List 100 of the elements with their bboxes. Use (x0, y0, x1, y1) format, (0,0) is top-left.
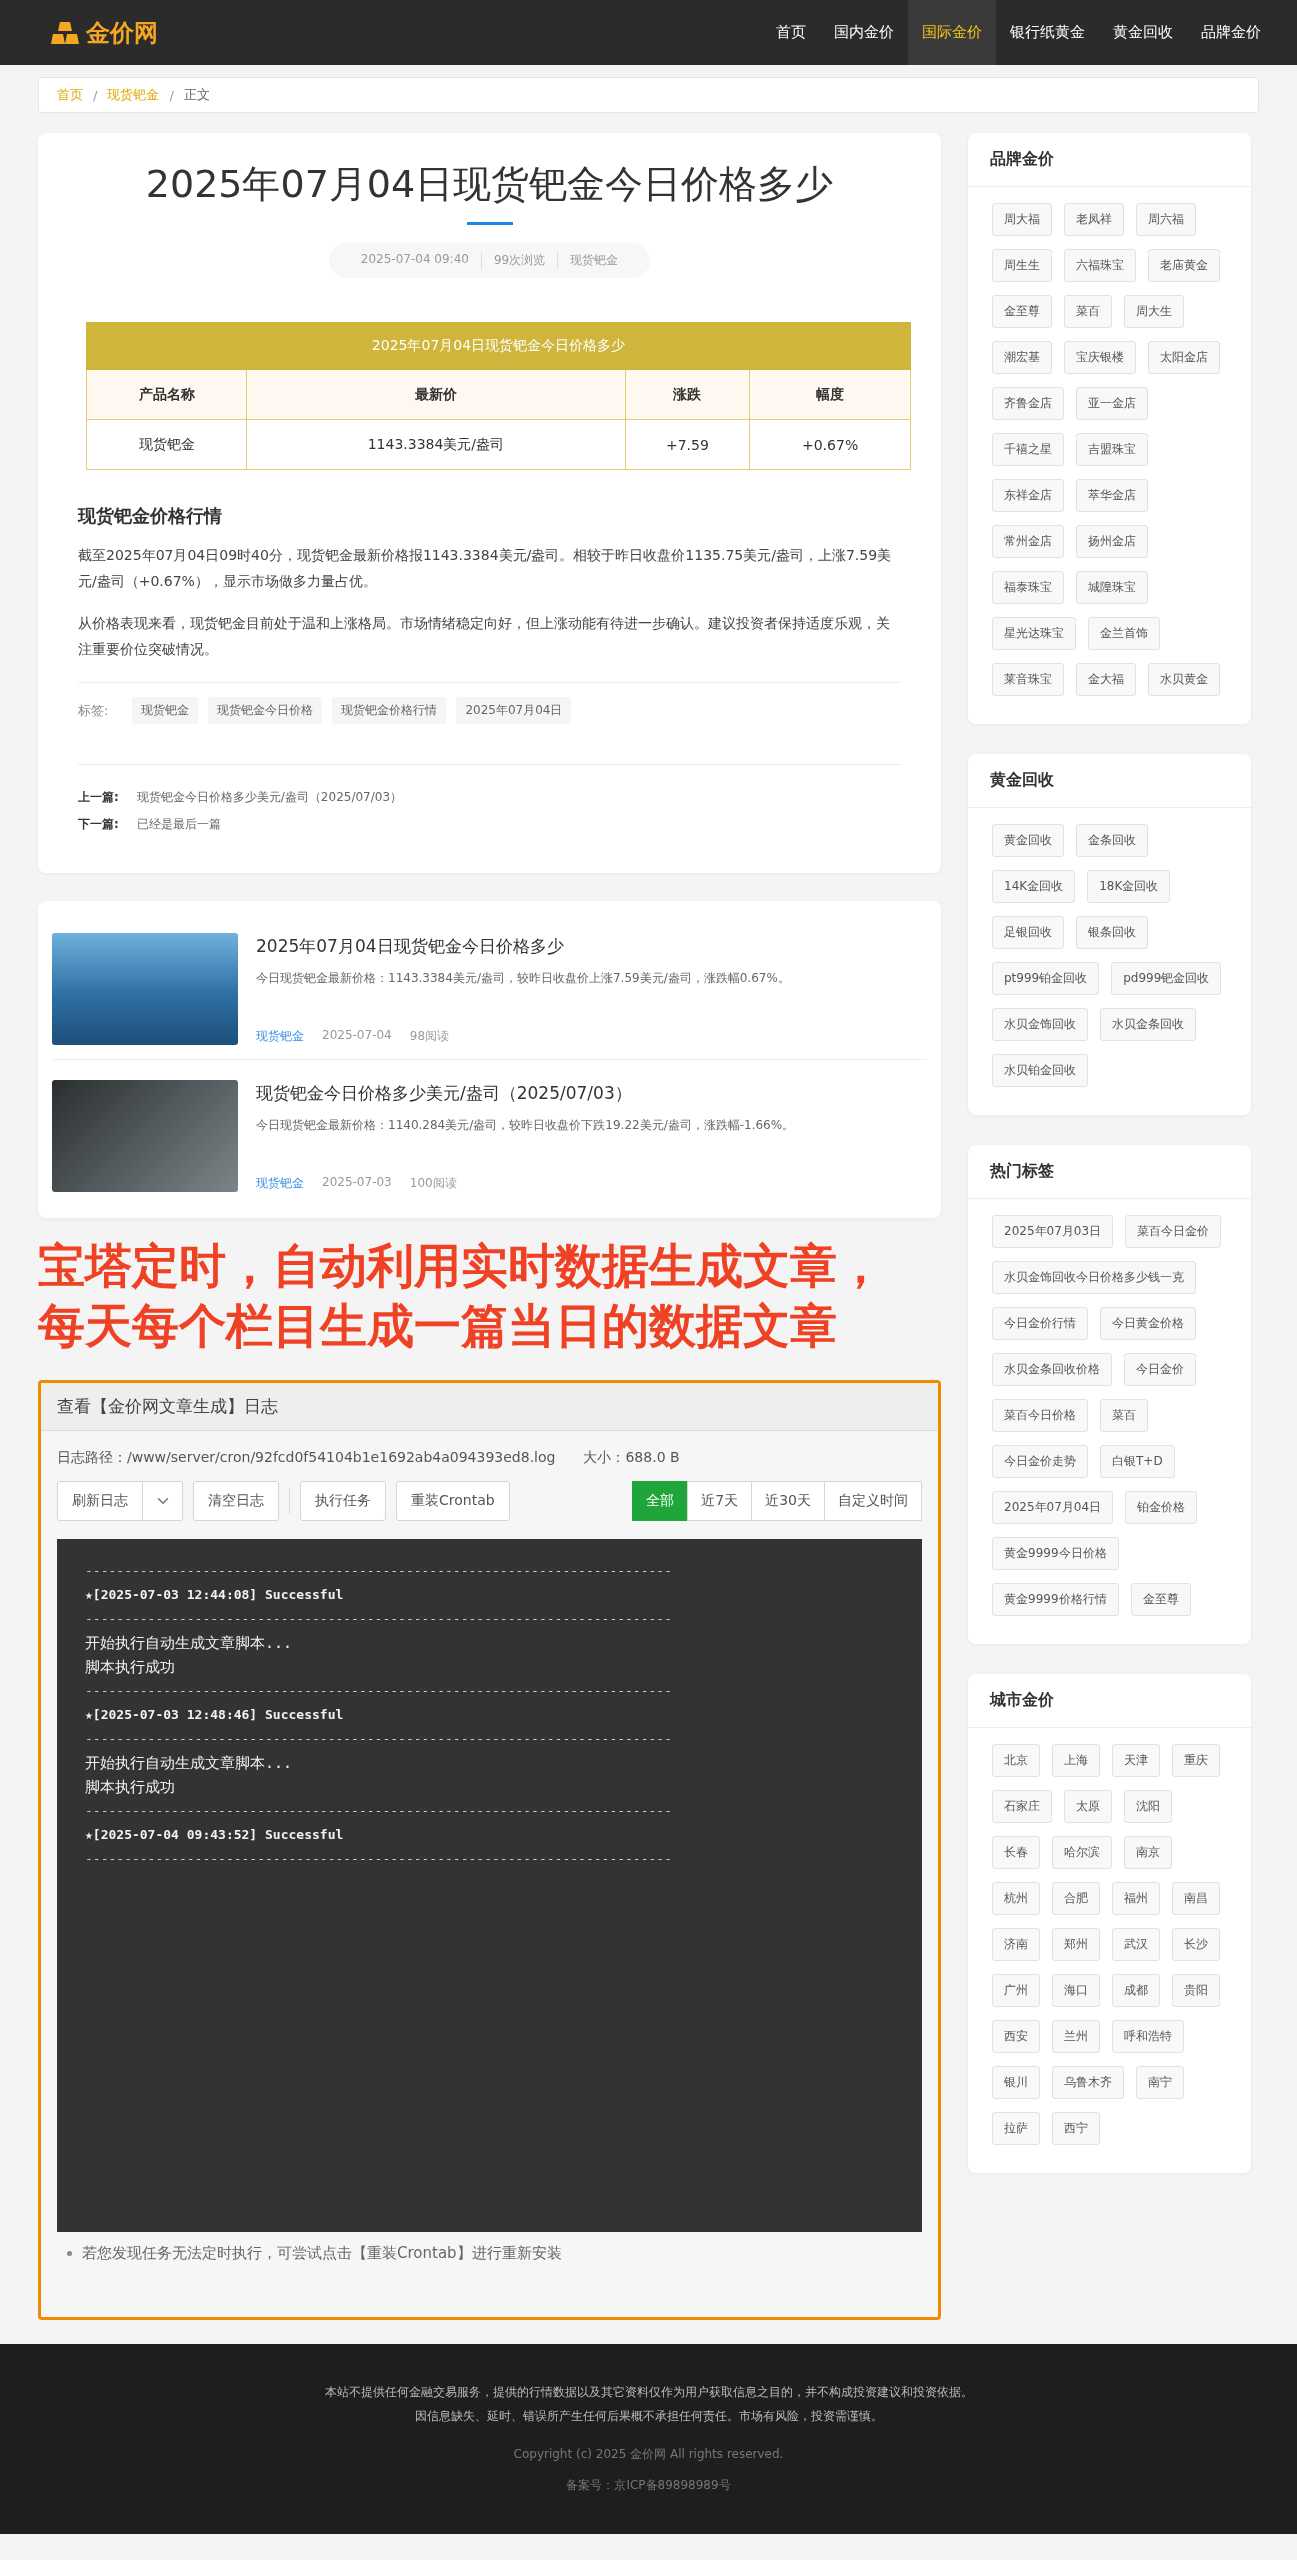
sidebar-tag[interactable]: 莱音珠宝 (992, 663, 1064, 696)
nav-item[interactable]: 首页 (762, 0, 820, 65)
article-tag[interactable]: 现货钯金 (132, 697, 199, 724)
toolbar-button[interactable]: 执行任务 (300, 1481, 386, 1521)
sidebar-tag[interactable]: 今日黄金价格 (1100, 1307, 1196, 1340)
post-title[interactable]: 2025年07月04日现货钯金今日价格多少 (256, 935, 790, 958)
article-tag[interactable]: 现货钯金今日价格 (208, 697, 323, 724)
sidebar-tag[interactable]: 14K金回收 (992, 870, 1076, 903)
sidebar-tag[interactable]: 2025年07月03日 (992, 1215, 1114, 1248)
sidebar-tag[interactable]: 金大福 (1076, 663, 1136, 696)
toolbar-button[interactable]: 清空日志 (193, 1481, 279, 1521)
sidebar-tag[interactable]: 海口 (1052, 1974, 1100, 2007)
sidebar-tag[interactable]: 老庙黄金 (1148, 249, 1220, 282)
sidebar-tag[interactable]: 金至尊 (992, 295, 1052, 328)
sidebar-tag[interactable]: 水贝金饰回收今日价格多少钱一克 (992, 1261, 1196, 1294)
filter-tab[interactable]: 近7天 (687, 1481, 753, 1521)
sidebar-tag[interactable]: 黄金回收 (992, 824, 1064, 857)
sidebar-tag[interactable]: 武汉 (1112, 1928, 1160, 1961)
sidebar-tag[interactable]: 宝庆银楼 (1064, 341, 1136, 374)
sidebar-tag[interactable]: 福泰珠宝 (992, 571, 1064, 604)
sidebar-tag[interactable]: 成都 (1112, 1974, 1160, 2007)
sidebar-tag[interactable]: 石家庄 (992, 1790, 1052, 1823)
sidebar-tag[interactable]: 菜百 (1064, 295, 1112, 328)
sidebar-tag[interactable]: 兰州 (1052, 2020, 1100, 2053)
post-title[interactable]: 现货钯金今日价格多少美元/盎司（2025/07/03） (256, 1082, 795, 1105)
post-nav-link[interactable]: 已经是最后一篇 (136, 816, 221, 833)
sidebar-tag[interactable]: 东祥金店 (992, 479, 1064, 512)
filter-tab[interactable]: 近30天 (751, 1481, 825, 1521)
refresh-log-button[interactable]: 刷新日志 (57, 1481, 143, 1521)
sidebar-tag[interactable]: 菜百今日金价 (1125, 1215, 1222, 1248)
sidebar-tag[interactable]: 老凤祥 (1064, 203, 1124, 236)
sidebar-tag[interactable]: 扬州金店 (1076, 525, 1148, 558)
sidebar-tag[interactable]: 杭州 (992, 1882, 1040, 1915)
sidebar-tag[interactable]: 乌鲁木齐 (1052, 2066, 1124, 2099)
sidebar-tag[interactable]: 银条回收 (1076, 916, 1148, 949)
sidebar-tag[interactable]: 水贝铂金回收 (992, 1054, 1088, 1087)
post-category[interactable]: 现货钯金 (256, 1028, 304, 1045)
sidebar-tag[interactable]: 六福珠宝 (1064, 249, 1136, 282)
sidebar-tag[interactable]: 呼和浩特 (1112, 2020, 1184, 2053)
nav-item[interactable]: 银行纸黄金 (996, 0, 1099, 65)
sidebar-tag[interactable]: 星光达珠宝 (992, 617, 1076, 650)
sidebar-tag[interactable]: 水贝金条回收价格 (992, 1353, 1112, 1386)
sidebar-tag[interactable]: 齐鲁金店 (992, 387, 1064, 420)
sidebar-tag[interactable]: 太阳金店 (1148, 341, 1220, 374)
sidebar-tag[interactable]: 太原 (1064, 1790, 1112, 1823)
toolbar-button[interactable]: 重装Crontab (396, 1481, 510, 1521)
sidebar-tag[interactable]: 城隍珠宝 (1076, 571, 1148, 604)
sidebar-tag[interactable]: 北京 (992, 1744, 1040, 1777)
sidebar-tag[interactable]: 银川 (992, 2066, 1040, 2099)
sidebar-tag[interactable]: 沈阳 (1124, 1790, 1172, 1823)
sidebar-tag[interactable]: 亚一金店 (1076, 387, 1148, 420)
nav-item[interactable]: 黄金回收 (1099, 0, 1187, 65)
sidebar-tag[interactable]: 周六福 (1136, 203, 1196, 236)
sidebar-tag[interactable]: 金兰首饰 (1088, 617, 1160, 650)
sidebar-tag[interactable]: 南宁 (1136, 2066, 1184, 2099)
sidebar-tag[interactable]: 水贝金条回收 (1100, 1008, 1196, 1041)
filter-tab[interactable]: 自定义时间 (824, 1481, 922, 1521)
sidebar-tag[interactable]: 福州 (1112, 1882, 1160, 1915)
sidebar-tag[interactable]: 足银回收 (992, 916, 1064, 949)
sidebar-tag[interactable]: 郑州 (1052, 1928, 1100, 1961)
sidebar-tag[interactable]: 长沙 (1172, 1928, 1220, 1961)
dropdown-button[interactable] (143, 1481, 183, 1521)
sidebar-tag[interactable]: 千禧之星 (992, 433, 1064, 466)
sidebar-tag[interactable]: 铂金价格 (1125, 1491, 1198, 1524)
sidebar-tag[interactable]: 水贝金饰回收 (992, 1008, 1088, 1041)
sidebar-tag[interactable]: 今日金价 (1124, 1353, 1196, 1386)
sidebar-tag[interactable]: 黄金9999价格行情 (992, 1583, 1119, 1616)
site-logo[interactable]: 金价网 (86, 16, 158, 49)
article-tag[interactable]: 2025年07月04日 (456, 697, 572, 724)
sidebar-tag[interactable]: 济南 (992, 1928, 1040, 1961)
sidebar-tag[interactable]: 拉萨 (992, 2112, 1040, 2145)
article-tag[interactable]: 现货钯金价格行情 (332, 697, 447, 724)
sidebar-tag[interactable]: 贵阳 (1172, 1974, 1220, 2007)
sidebar-tag[interactable]: 西宁 (1052, 2112, 1100, 2145)
sidebar-tag[interactable]: 南昌 (1172, 1882, 1220, 1915)
sidebar-tag[interactable]: 合肥 (1052, 1882, 1100, 1915)
sidebar-tag[interactable]: 黄金9999今日价格 (992, 1537, 1119, 1570)
post-nav-link[interactable]: 现货钯金今日价格多少美元/盎司（2025/07/03） (136, 789, 403, 806)
sidebar-tag[interactable]: 上海 (1052, 1744, 1100, 1777)
sidebar-tag[interactable]: pd999钯金回收 (1111, 962, 1222, 995)
sidebar-tag[interactable]: pt999铂金回收 (992, 962, 1100, 995)
nav-item[interactable]: 品牌金价 (1187, 0, 1275, 65)
sidebar-tag[interactable]: 哈尔滨 (1052, 1836, 1112, 1869)
sidebar-tag[interactable]: 菜百今日价格 (992, 1399, 1088, 1432)
sidebar-tag[interactable]: 周大生 (1124, 295, 1184, 328)
sidebar-tag[interactable]: 天津 (1112, 1744, 1160, 1777)
sidebar-tag[interactable]: 南京 (1124, 1836, 1172, 1869)
sidebar-tag[interactable]: 萃华金店 (1076, 479, 1148, 512)
sidebar-tag[interactable]: 长春 (992, 1836, 1040, 1869)
sidebar-tag[interactable]: 重庆 (1172, 1744, 1220, 1777)
sidebar-tag[interactable]: 今日金价行情 (992, 1307, 1088, 1340)
sidebar-tag[interactable]: 周生生 (992, 249, 1052, 282)
sidebar-tag[interactable]: 周大福 (992, 203, 1052, 236)
post-category[interactable]: 现货钯金 (256, 1175, 304, 1192)
sidebar-tag[interactable]: 18K金回收 (1087, 870, 1171, 903)
sidebar-tag[interactable]: 吉盟珠宝 (1076, 433, 1148, 466)
sidebar-tag[interactable]: 今日金价走势 (992, 1445, 1088, 1478)
sidebar-tag[interactable]: 2025年07月04日 (992, 1491, 1114, 1524)
sidebar-tag[interactable]: 广州 (992, 1974, 1040, 2007)
sidebar-tag[interactable]: 潮宏基 (992, 341, 1052, 374)
